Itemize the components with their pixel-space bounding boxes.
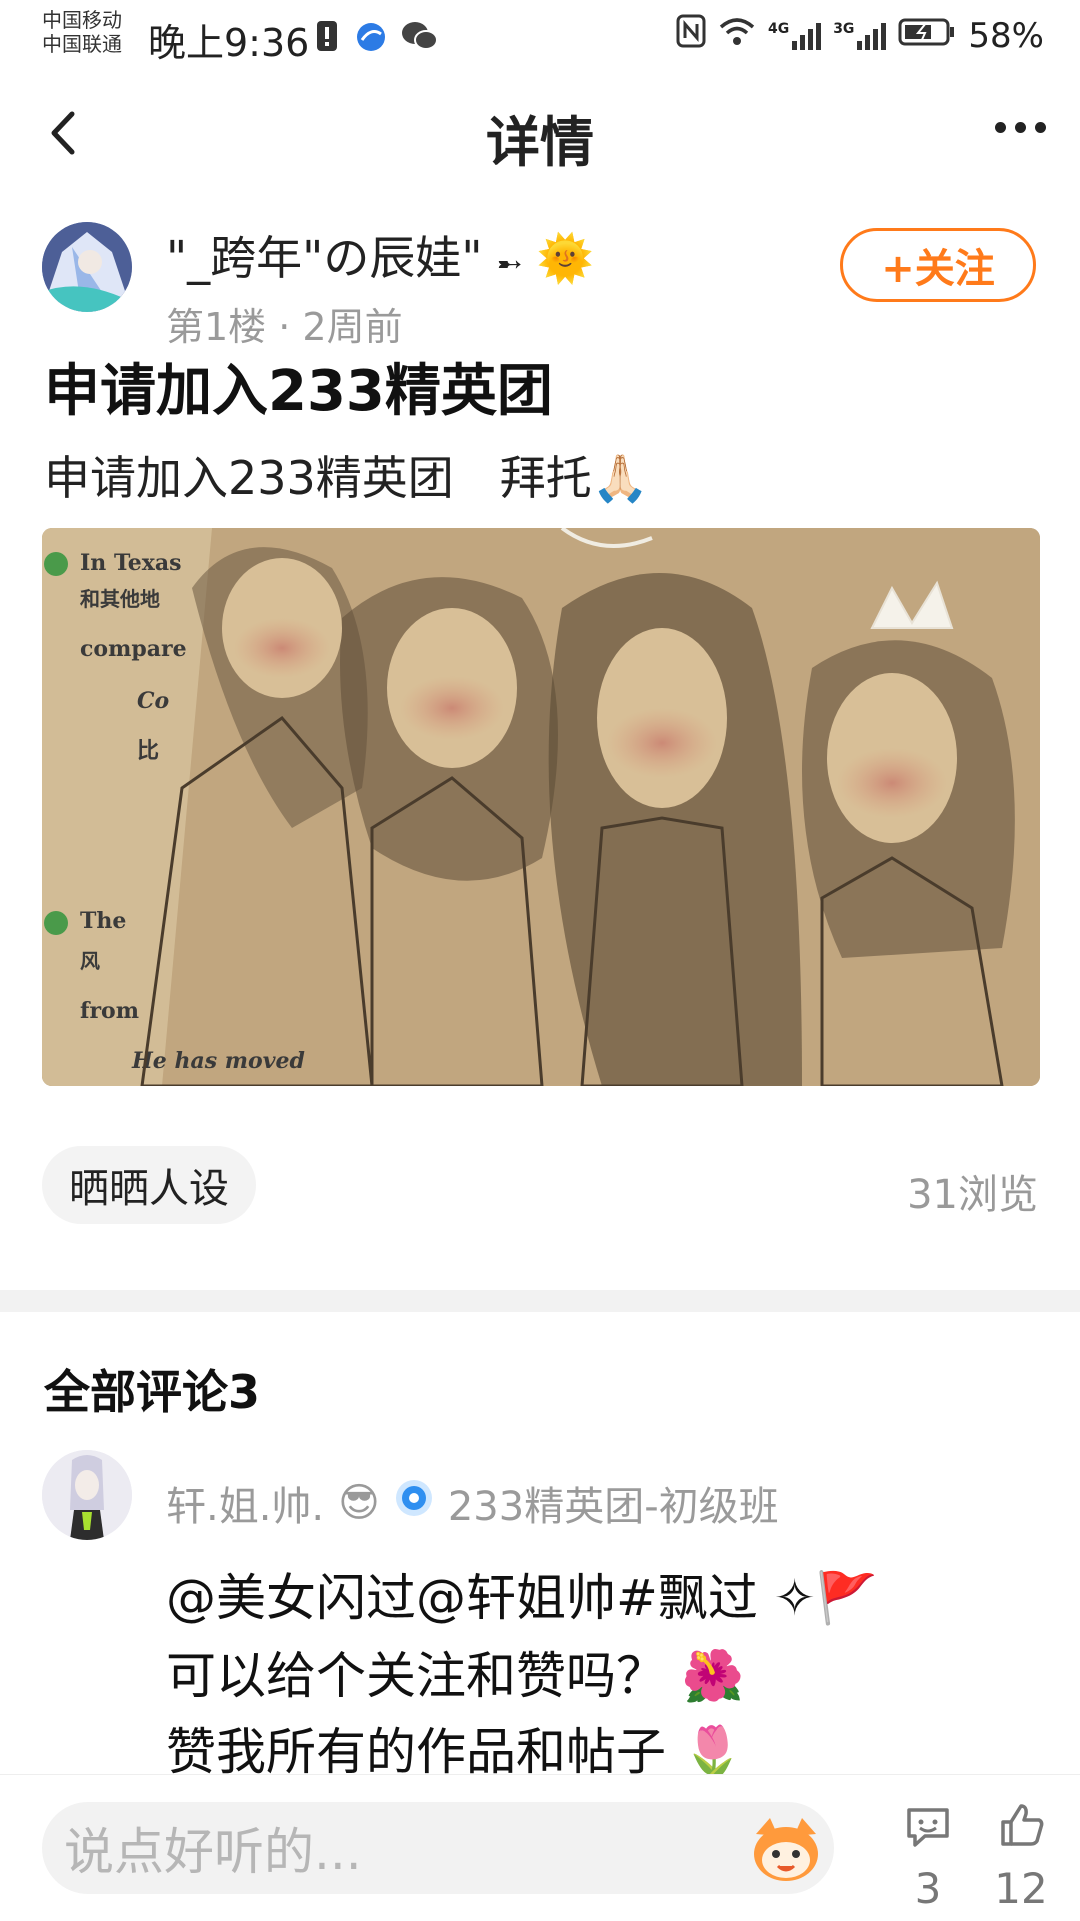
topic-tag[interactable]: 晒晒人设	[42, 1146, 256, 1224]
svg-text:The: The	[80, 908, 126, 934]
author-emoji: 🌞	[536, 231, 595, 285]
post-body: 申请加入233精英团 拜托🙏🏻	[44, 451, 650, 505]
battery-percent: 58%	[968, 15, 1044, 56]
comment-input[interactable]: 说点好听的...	[42, 1802, 834, 1894]
page-title: 详情	[486, 111, 594, 174]
follow-button[interactable]: +关注	[840, 228, 1036, 302]
browser-app-icon	[356, 22, 386, 52]
comment-line-1: @美女闪过@轩姐帅#飘过 ✧🚩	[166, 1569, 878, 1627]
commenter-name: 轩.姐.帅.	[166, 1484, 325, 1530]
nfc-icon	[676, 14, 706, 57]
comment-count-button[interactable]	[903, 1802, 953, 1856]
battery-icon	[898, 16, 956, 56]
comment-icon	[907, 1808, 949, 1847]
author-avatar[interactable]	[42, 222, 132, 312]
section-divider	[0, 1290, 1080, 1312]
avatar-illustration	[42, 222, 132, 312]
emoji-mascot-icon[interactable]	[748, 1814, 824, 1884]
svg-text:He has moved: He has moved	[131, 1048, 305, 1074]
carrier-2: 中国联通	[42, 32, 122, 56]
commenter-info[interactable]: 轩.姐.帅. 😎 233精英团-初级班	[166, 1474, 779, 1532]
more-options-icon[interactable]	[995, 122, 1046, 133]
comment-avatar[interactable]	[42, 1450, 132, 1540]
signal-3g-icon: 3G	[833, 21, 887, 51]
status-carrier: 中国移动 中国联通	[42, 8, 122, 56]
status-right: 4G 3G 58%	[676, 14, 1044, 57]
view-count: 31浏览	[907, 1172, 1038, 1218]
svg-text:和其他地: 和其他地	[80, 587, 160, 611]
thumbs-up-icon	[1001, 1804, 1044, 1846]
battery-alert-icon	[316, 18, 338, 52]
post-image[interactable]: In Texas 和其他地 compare Co 比 The 风 from He…	[42, 528, 1040, 1086]
sketch-illustration: In Texas 和其他地 compare Co 比 The 风 from He…	[42, 528, 1040, 1086]
like-count: 12	[994, 1864, 1048, 1913]
status-time: 晚上9:36	[148, 21, 310, 65]
feather-icon: ➸	[497, 247, 523, 282]
svg-text:Co: Co	[137, 688, 169, 714]
author-name[interactable]: "_跨年"の辰娃" ➸ 🌞	[166, 222, 594, 288]
floor-meta: 第1楼 · 2周前	[166, 305, 403, 349]
wifi-icon	[718, 16, 756, 56]
commenter-emoji: 😎	[338, 1480, 380, 1526]
svg-text:In Texas: In Texas	[80, 550, 182, 576]
signal-4g-icon: 4G	[768, 21, 822, 51]
svg-text:风: 风	[80, 949, 100, 973]
svg-text:from: from	[80, 998, 139, 1024]
carrier-1: 中国移动	[42, 8, 122, 32]
svg-text:比: 比	[137, 738, 159, 764]
group-badge-icon	[394, 1478, 434, 1528]
like-button[interactable]	[997, 1800, 1047, 1854]
group-label: 233精英团-初级班	[447, 1484, 779, 1530]
comment-count: 3	[914, 1864, 942, 1913]
svg-text:compare: compare	[80, 636, 187, 662]
comment-line-2: 可以给个关注和赞吗？ 🌺	[166, 1647, 745, 1705]
wechat-icon	[400, 20, 438, 52]
comments-title: 全部评论3	[44, 1365, 261, 1419]
avatar-illustration	[42, 1450, 132, 1540]
post-title: 申请加入233精英团	[44, 359, 553, 424]
pray-emoji: 🙏🏻	[591, 451, 650, 505]
